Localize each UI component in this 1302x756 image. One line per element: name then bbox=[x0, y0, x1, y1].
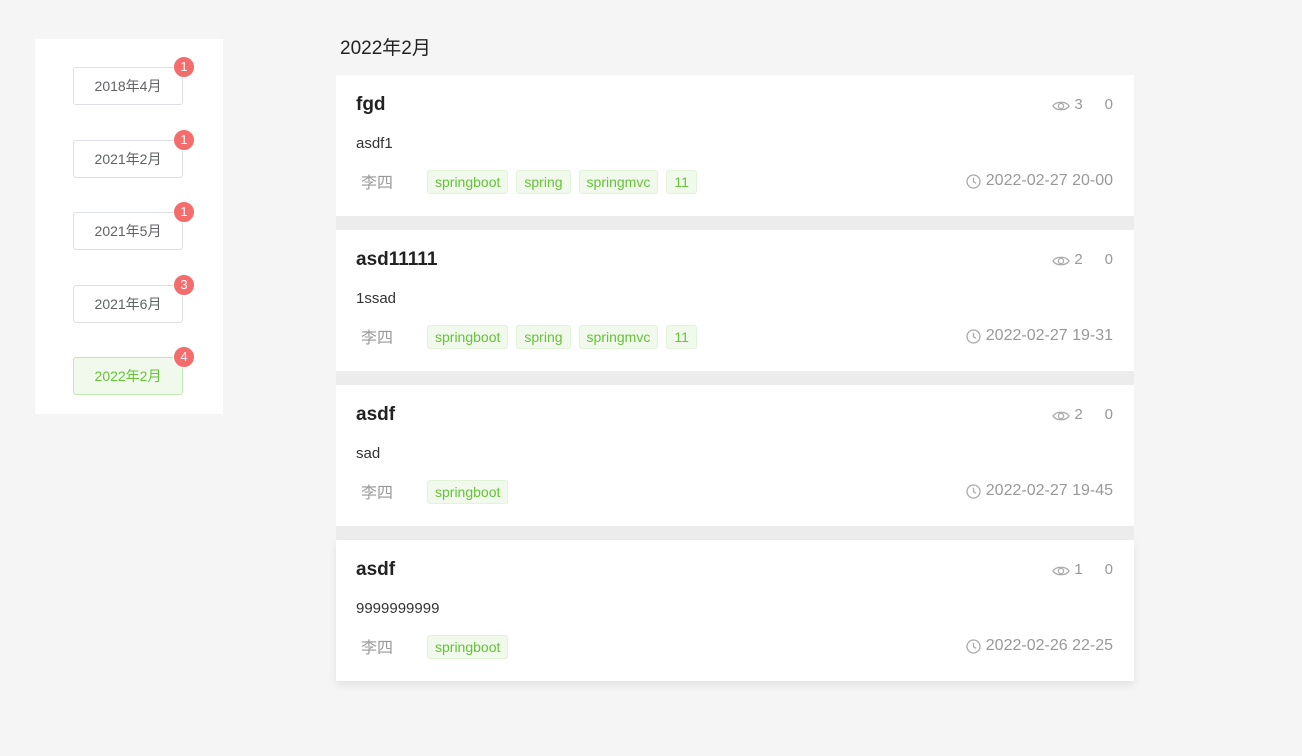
tag[interactable]: spring bbox=[516, 170, 571, 194]
eye-icon bbox=[1052, 409, 1071, 421]
archive-month-button[interactable]: 2021年5月 1 bbox=[73, 201, 195, 250]
tag[interactable]: springboot bbox=[427, 325, 509, 349]
tag[interactable]: springmvc bbox=[578, 325, 659, 349]
comment-count: 0 bbox=[1104, 406, 1113, 423]
clock-icon bbox=[966, 483, 981, 499]
tag[interactable]: springboot bbox=[427, 480, 509, 504]
date-text: 2022-02-26 22-25 bbox=[985, 637, 1113, 654]
eye-icon bbox=[1052, 99, 1071, 111]
tag-list: springboot spring springmvc 11 bbox=[427, 170, 705, 194]
clock-icon bbox=[966, 328, 981, 344]
article-title[interactable]: asd11111 bbox=[356, 249, 437, 271]
archive-sidebar: 2018年4月 1 2021年2月 1 2021年5月 1 2021年6月 3 2022年2月 4 bbox=[35, 39, 223, 414]
archive-month-button[interactable]: 2021年2月 1 bbox=[73, 128, 195, 178]
clock-icon bbox=[966, 638, 981, 654]
article-date: 2022-02-27 20-00 bbox=[966, 171, 1113, 191]
count-badge: 1 bbox=[173, 56, 195, 78]
article-list: fgd 3 0 asdf1 李四 springboot spring springmvc 11 2… bbox=[336, 75, 1134, 681]
article-summary: 1ssad bbox=[356, 290, 397, 307]
article-title[interactable]: fgd bbox=[356, 94, 386, 116]
archive-month-label: 2021年6月 bbox=[94, 295, 162, 312]
tag-list: springboot bbox=[427, 480, 516, 504]
tag[interactable]: springboot bbox=[427, 635, 509, 659]
article-date: 2022-02-27 19-45 bbox=[966, 481, 1113, 501]
article-summary: asdf1 bbox=[356, 135, 393, 152]
view-count: 2 bbox=[1074, 406, 1083, 423]
tag-list: springboot spring springmvc 11 bbox=[427, 325, 705, 349]
tag[interactable]: spring bbox=[516, 325, 571, 349]
tag-list: springboot bbox=[427, 635, 516, 659]
archive-month-button[interactable]: 2021年6月 3 bbox=[73, 273, 195, 323]
article-card[interactable]: asdf 1 0 9999999999 李四 springboot 2022-02-26 2… bbox=[336, 540, 1134, 681]
page-title: 2022年2月 bbox=[340, 38, 431, 59]
article-card[interactable]: fgd 3 0 asdf1 李四 springboot spring springmvc 11 2… bbox=[336, 75, 1134, 230]
tag[interactable]: 11 bbox=[666, 325, 697, 349]
archive-month-label: 2018年4月 bbox=[94, 78, 162, 94]
eye-icon bbox=[1052, 254, 1071, 266]
article-author: 李四 bbox=[361, 175, 394, 192]
count-badge: 1 bbox=[173, 201, 195, 223]
article-card[interactable]: asdf 2 0 sad 李四 springboot 2022-02-27 19-45 bbox=[336, 385, 1134, 540]
archive-month-label: 2021年2月 bbox=[94, 150, 162, 167]
archive-month-label: 2021年5月 bbox=[94, 223, 162, 239]
tag[interactable]: springboot bbox=[427, 170, 509, 194]
comment-count: 0 bbox=[1104, 561, 1113, 578]
view-count: 1 bbox=[1074, 561, 1083, 578]
count-badge: 4 bbox=[173, 346, 195, 368]
article-author: 李四 bbox=[361, 330, 394, 347]
article-author: 李四 bbox=[361, 485, 394, 502]
date-text: 2022-02-27 19-31 bbox=[985, 327, 1113, 344]
archive-month-button[interactable]: 2018年4月 1 bbox=[73, 56, 195, 105]
comment-count: 0 bbox=[1104, 96, 1113, 113]
tag[interactable]: springmvc bbox=[578, 170, 659, 194]
comment-count: 0 bbox=[1104, 251, 1113, 268]
article-stats: 30 bbox=[1052, 96, 1113, 114]
article-date: 2022-02-26 22-25 bbox=[966, 636, 1113, 656]
date-text: 2022-02-27 20-00 bbox=[985, 172, 1113, 189]
article-card[interactable]: asd11111 2 0 1ssad 李四 springboot spring springm… bbox=[336, 230, 1134, 385]
article-summary: sad bbox=[356, 445, 381, 462]
count-badge: 1 bbox=[173, 128, 195, 151]
tag[interactable]: 11 bbox=[666, 170, 697, 194]
eye-icon bbox=[1052, 564, 1071, 576]
article-stats: 20 bbox=[1052, 251, 1113, 269]
article-date: 2022-02-27 19-31 bbox=[966, 326, 1113, 346]
view-count: 3 bbox=[1074, 96, 1083, 113]
article-summary: 9999999999 bbox=[356, 600, 440, 617]
date-text: 2022-02-27 19-45 bbox=[985, 482, 1113, 499]
clock-icon bbox=[966, 173, 981, 189]
article-title[interactable]: asdf bbox=[356, 559, 395, 581]
article-stats: 20 bbox=[1052, 406, 1113, 424]
article-author: 李四 bbox=[361, 640, 394, 657]
archive-month-label: 2022年2月 bbox=[94, 368, 162, 384]
view-count: 2 bbox=[1074, 251, 1083, 268]
count-badge: 3 bbox=[173, 273, 195, 296]
archive-month-button[interactable]: 2022年2月 4 bbox=[73, 346, 195, 395]
article-title[interactable]: asdf bbox=[356, 404, 395, 426]
article-stats: 10 bbox=[1052, 561, 1113, 579]
